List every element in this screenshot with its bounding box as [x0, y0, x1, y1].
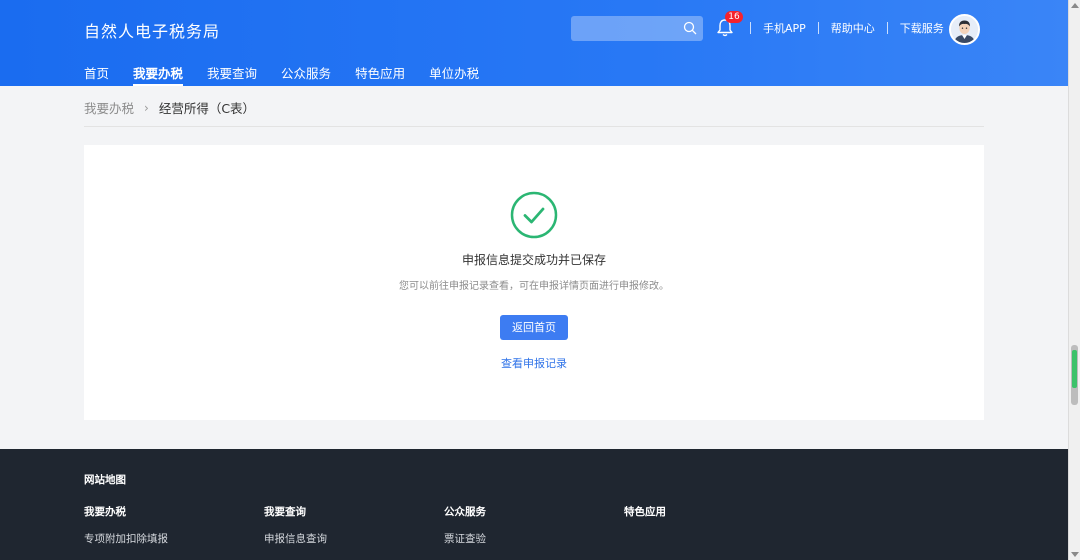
download-service-link[interactable]: 下载服务 [900, 20, 944, 36]
breadcrumb-parent[interactable]: 我要办税 [84, 98, 134, 117]
footer-column-heading[interactable]: 我要办税 [84, 504, 168, 519]
avatar[interactable] [949, 14, 980, 45]
footer-column: 我要办税 专项附加扣除填报 [84, 504, 168, 546]
success-check-icon [510, 191, 558, 239]
return-home-button[interactable]: 返回首页 [500, 315, 568, 340]
footer-column: 我要查询 申报信息查询 [264, 504, 327, 546]
scroll-down-arrow-icon[interactable] [1071, 552, 1079, 557]
search-input[interactable] [571, 16, 703, 41]
user-avatar-icon [951, 16, 978, 43]
divider [84, 126, 984, 127]
notification-badge: 16 [725, 11, 743, 23]
divider [886, 22, 888, 34]
footer-column-heading[interactable]: 我要查询 [264, 504, 327, 519]
nav-home[interactable]: 首页 [84, 63, 109, 86]
footer-column-heading[interactable]: 特色应用 [624, 504, 666, 519]
view-records-link[interactable]: 查看申报记录 [84, 355, 984, 371]
site-title[interactable]: 自然人电子税务局 [84, 18, 220, 42]
scroll-up-arrow-icon[interactable] [1071, 3, 1079, 8]
result-title: 申报信息提交成功并已保存 [461, 253, 606, 267]
nav-query[interactable]: 我要查询 [207, 63, 257, 86]
result-card: 申报信息提交成功并已保存 您可以前往申报记录查看，可在申报详情页面进行申报修改。… [84, 145, 984, 420]
result-description: 您可以前往申报记录查看，可在申报详情页面进行申报修改。 [399, 281, 669, 292]
footer-column: 特色应用 [624, 504, 666, 531]
footer-column-heading[interactable]: 公众服务 [444, 504, 486, 519]
breadcrumb-current: 经营所得（C表） [158, 101, 256, 116]
search-icon[interactable] [683, 21, 697, 35]
footer: 网站地图 我要办税 专项附加扣除填报 我要查询 申报信息查询 公众服务 票证查验… [0, 449, 1068, 560]
scroll-indicator [1072, 350, 1077, 388]
footer-link[interactable]: 票证查验 [444, 531, 486, 546]
footer-link[interactable]: 申报信息查询 [264, 531, 327, 546]
mobile-app-link[interactable]: 手机APP [763, 20, 806, 36]
divider [817, 22, 819, 34]
scrollbar[interactable] [1068, 0, 1080, 560]
breadcrumb: 我要办税 › 经营所得（C表） [84, 98, 255, 117]
top-header: 自然人电子税务局 16 手机APP 帮助中心 下载服务 首页 我要办税 我要查询… [0, 0, 1068, 86]
divider [750, 22, 751, 34]
help-center-link[interactable]: 帮助中心 [831, 20, 875, 36]
chevron-right-icon: › [144, 100, 149, 115]
main-nav: 首页 我要办税 我要查询 公众服务 特色应用 单位办税 [84, 63, 503, 86]
top-links: 手机APP 帮助中心 下载服务 [750, 20, 944, 36]
footer-link[interactable]: 专项附加扣除填报 [84, 531, 168, 546]
nav-unit-tax[interactable]: 单位办税 [429, 63, 479, 86]
nav-special-apps[interactable]: 特色应用 [355, 63, 405, 86]
footer-column: 公众服务 票证查验 [444, 504, 486, 546]
nav-public-service[interactable]: 公众服务 [281, 63, 331, 86]
sitemap-title: 网站地图 [84, 474, 126, 486]
nav-tax-handling[interactable]: 我要办税 [133, 63, 184, 86]
